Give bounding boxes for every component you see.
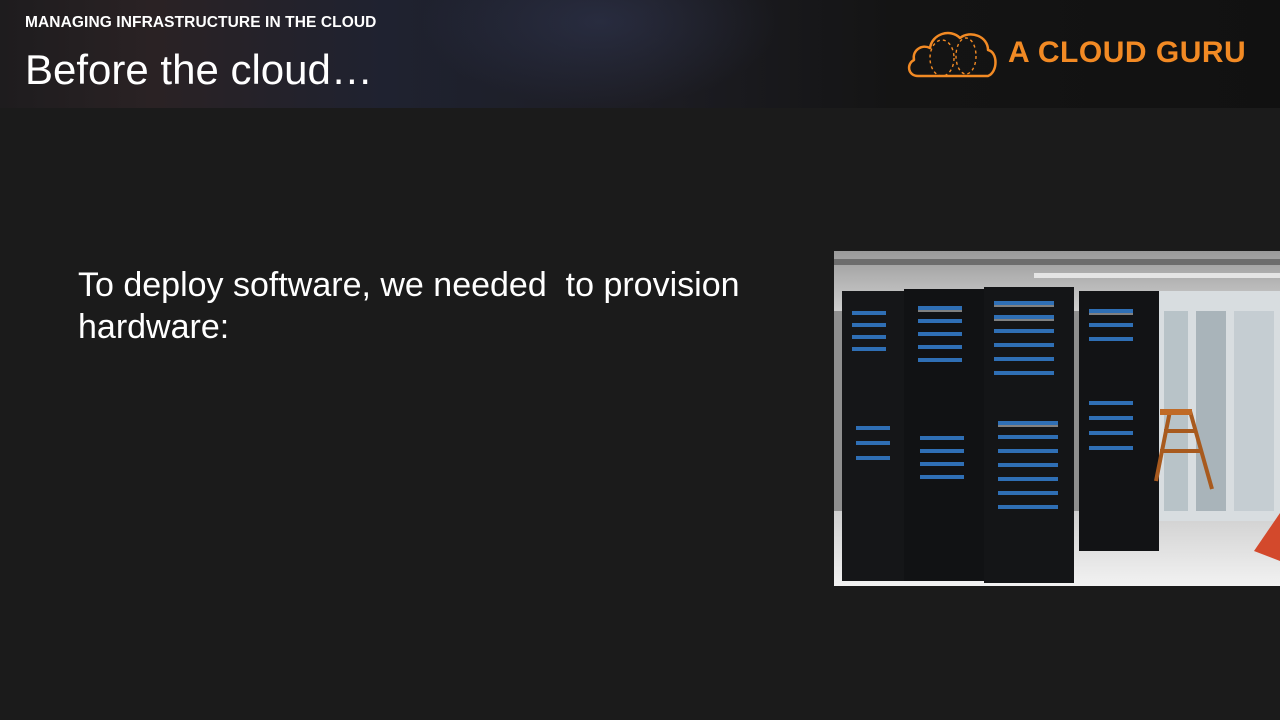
logo-text: A CLOUD GURU	[1008, 36, 1247, 69]
slide-header: MANAGING INFRASTRUCTURE IN THE CLOUD Bef…	[0, 0, 1280, 108]
slide-title: Before the cloud…	[25, 46, 373, 93]
header-background-video	[420, 0, 780, 108]
slide: MANAGING INFRASTRUCTURE IN THE CLOUD Bef…	[0, 0, 1280, 720]
brand-logo: A CLOUD GURU	[904, 26, 1247, 82]
course-title: MANAGING INFRASTRUCTURE IN THE CLOUD	[25, 14, 377, 31]
body-text: To deploy software, we needed to provisi…	[78, 266, 749, 346]
cloud-logo-icon	[907, 31, 997, 78]
server-racks-photo	[834, 251, 1280, 586]
